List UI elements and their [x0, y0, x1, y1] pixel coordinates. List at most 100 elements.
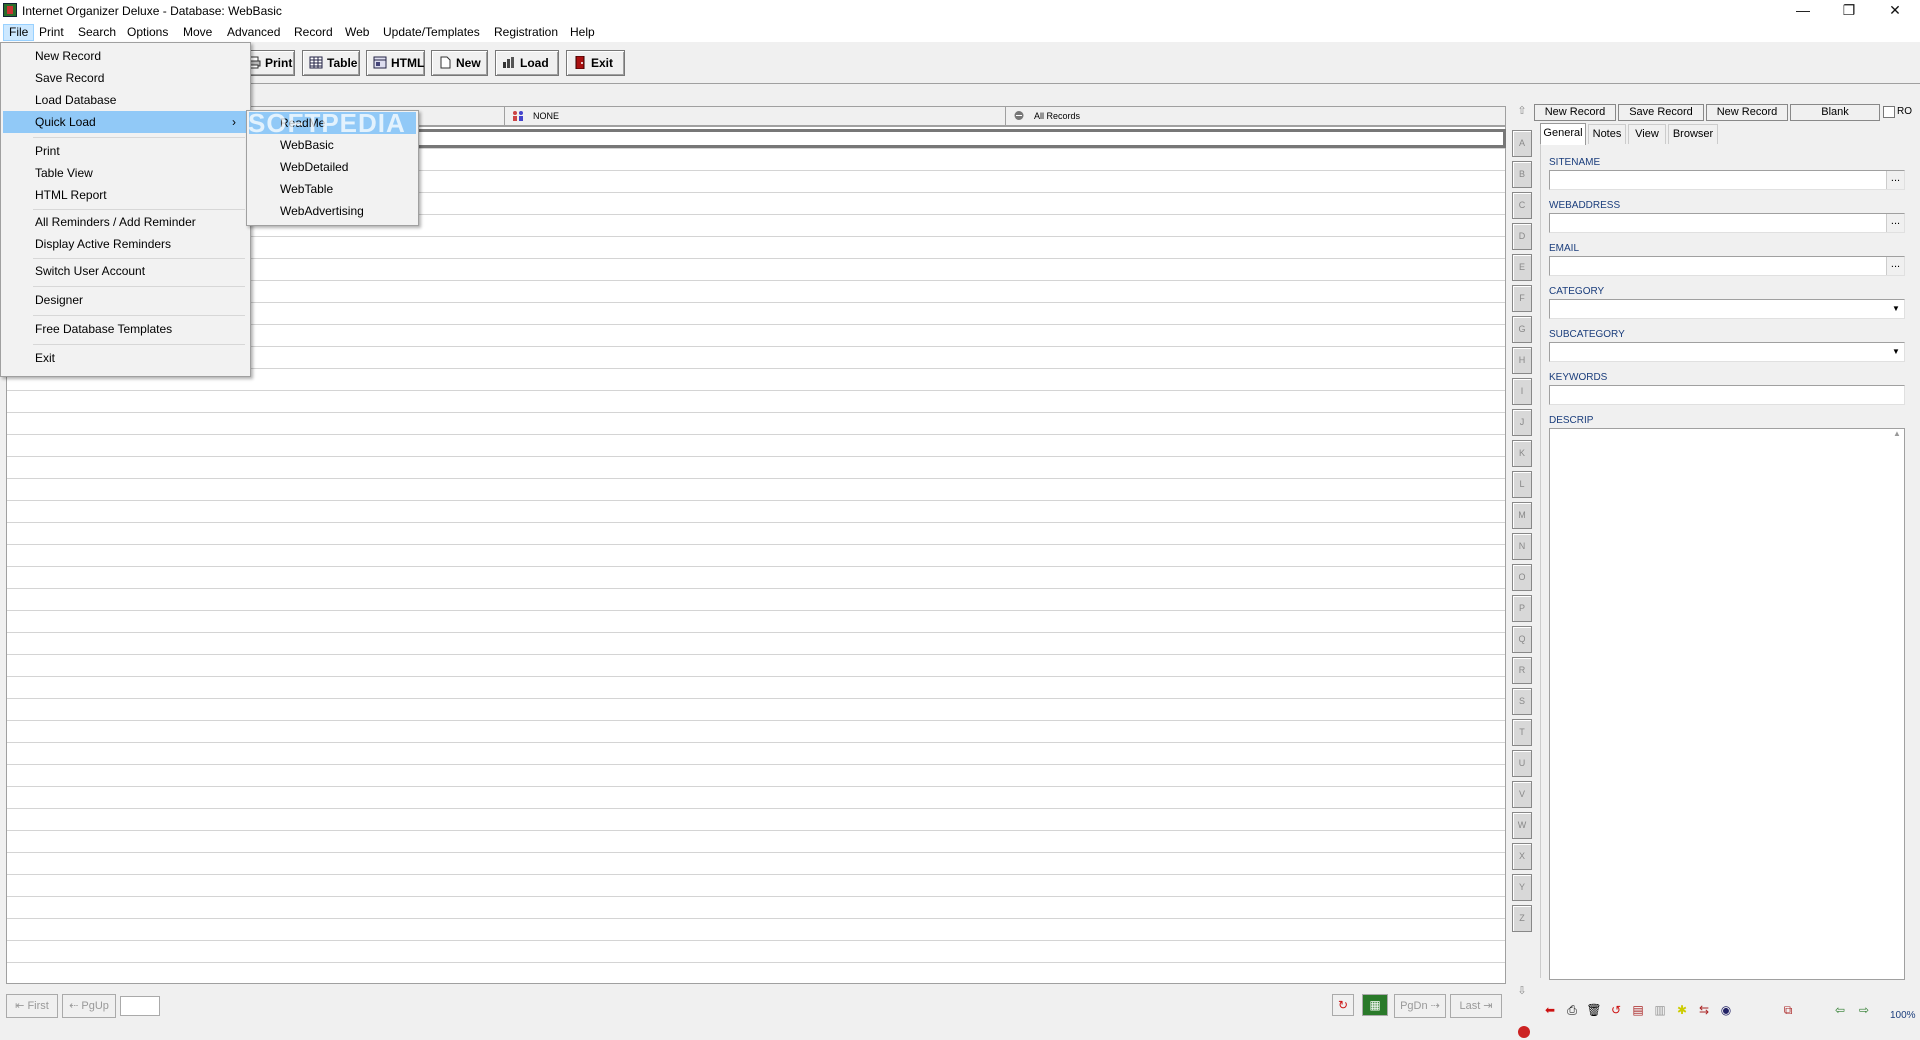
blank-button[interactable]: Blank	[1790, 104, 1880, 121]
descrip-scrollbar[interactable]: ▲	[1890, 429, 1904, 979]
alpha-f-button[interactable]: F	[1512, 285, 1532, 312]
alpha-a-button[interactable]: A	[1512, 130, 1532, 157]
new-button[interactable]: New	[431, 50, 488, 76]
alpha-e-button[interactable]: E	[1512, 254, 1532, 281]
sitename-field[interactable]: ...	[1549, 170, 1905, 190]
duplicate-icon[interactable]: ⧉	[1778, 1000, 1798, 1020]
first-button[interactable]: ⇤ First	[6, 994, 58, 1018]
menu-search[interactable]: Search	[73, 24, 121, 41]
menu-switch-user-account[interactable]: Switch User Account	[3, 260, 248, 282]
menu-designer[interactable]: Designer	[3, 289, 248, 311]
export-icon[interactable]: ⇆	[1694, 1000, 1714, 1020]
menu-new-record[interactable]: New Record	[3, 45, 248, 67]
menu-print[interactable]: Print	[3, 140, 248, 162]
webaddress-field[interactable]: ...	[1549, 213, 1905, 233]
quick-load-webtable[interactable]: WebTable	[249, 178, 416, 200]
alpha-v-button[interactable]: V	[1512, 781, 1532, 808]
pgdn-button[interactable]: PgDn ⇢	[1394, 994, 1446, 1018]
read-only-checkbox[interactable]	[1883, 106, 1895, 118]
page-number-input[interactable]	[120, 996, 160, 1016]
keywords-field[interactable]	[1549, 385, 1905, 405]
alpha-c-button[interactable]: C	[1512, 192, 1532, 219]
alpha-m-button[interactable]: M	[1512, 502, 1532, 529]
alpha-x-button[interactable]: X	[1512, 843, 1532, 870]
menu-help[interactable]: Help	[565, 24, 600, 41]
quick-load-webbasic[interactable]: WebBasic	[249, 134, 416, 156]
alpha-u-button[interactable]: U	[1512, 750, 1532, 777]
last-button[interactable]: Last ⇥	[1450, 994, 1502, 1018]
refresh-icon[interactable]: ↻	[1332, 994, 1354, 1016]
menu-move[interactable]: Move	[178, 24, 217, 41]
alpha-p-button[interactable]: P	[1512, 595, 1532, 622]
load-button[interactable]: Load	[495, 50, 559, 76]
alpha-l-button[interactable]: L	[1512, 471, 1532, 498]
menu-print[interactable]: Print	[34, 24, 69, 41]
menu-display-active-reminders[interactable]: Display Active Reminders	[3, 233, 248, 255]
new-record-button-2[interactable]: New Record	[1706, 104, 1788, 121]
chevron-down-icon[interactable]: ▼	[1888, 300, 1904, 318]
pgup-button[interactable]: ⇠ PgUp	[62, 994, 116, 1018]
quick-load-readme[interactable]: ReadMe	[249, 112, 416, 134]
alpha-o-button[interactable]: O	[1512, 564, 1532, 591]
menu-table-view[interactable]: Table View	[3, 162, 248, 184]
back-arrow-icon[interactable]: ⬅	[1540, 1000, 1560, 1020]
alpha-k-button[interactable]: K	[1512, 440, 1532, 467]
email-ellipsis-button[interactable]: ...	[1886, 257, 1904, 275]
menu-free-database-templates[interactable]: Free Database Templates	[3, 318, 248, 340]
menu-exit[interactable]: Exit	[3, 347, 248, 369]
tab-browser[interactable]: Browser	[1668, 124, 1718, 144]
alpha-r-button[interactable]: R	[1512, 657, 1532, 684]
category-select[interactable]: ▼	[1549, 299, 1905, 319]
reminder-bulb-icon[interactable]: ✱	[1672, 1000, 1692, 1020]
grid-view-icon[interactable]: ▦	[1362, 994, 1388, 1016]
alpha-d-button[interactable]: D	[1512, 223, 1532, 250]
email-field[interactable]: ...	[1549, 256, 1905, 276]
menu-web[interactable]: Web	[340, 24, 374, 41]
descrip-textarea[interactable]: ▲	[1549, 428, 1905, 980]
menu-file[interactable]: File	[3, 24, 35, 41]
new-record-button-1[interactable]: New Record	[1534, 104, 1616, 121]
menu-all-reminders[interactable]: All Reminders / Add Reminder	[3, 211, 248, 233]
menu-advanced[interactable]: Advanced	[222, 24, 285, 41]
forward-icon[interactable]: ⇨	[1854, 1000, 1874, 1020]
menu-registration[interactable]: Registration	[489, 24, 563, 41]
alpha-w-button[interactable]: W	[1512, 812, 1532, 839]
quick-load-webadvertising[interactable]: WebAdvertising	[249, 200, 416, 222]
paste-record-icon[interactable]: ▥	[1650, 1000, 1670, 1020]
scroll-down-icon[interactable]: ⇩	[1514, 984, 1530, 1000]
alpha-i-button[interactable]: I	[1512, 378, 1532, 405]
minimize-button[interactable]: —	[1780, 0, 1826, 22]
alpha-z-button[interactable]: Z	[1512, 905, 1532, 932]
alpha-q-button[interactable]: Q	[1512, 626, 1532, 653]
copy-record-icon[interactable]: ▤	[1628, 1000, 1648, 1020]
webaddress-ellipsis-button[interactable]: ...	[1886, 214, 1904, 232]
menu-update-templates[interactable]: Update/Templates	[378, 24, 485, 41]
grid-header-col3[interactable]: All Records	[1006, 107, 1505, 125]
alpha-y-button[interactable]: Y	[1512, 874, 1532, 901]
quick-load-webdetailed[interactable]: WebDetailed	[249, 156, 416, 178]
globe-icon[interactable]: ◉	[1716, 1000, 1736, 1020]
subcategory-select[interactable]: ▼	[1549, 342, 1905, 362]
import-icon[interactable]: ⇦	[1830, 1000, 1850, 1020]
alpha-s-button[interactable]: S	[1512, 688, 1532, 715]
table-button[interactable]: Table	[302, 50, 360, 76]
restore-button[interactable]: ❐	[1826, 0, 1872, 22]
alpha-n-button[interactable]: N	[1512, 533, 1532, 560]
menu-options[interactable]: Options	[122, 24, 173, 41]
alpha-j-button[interactable]: J	[1512, 409, 1532, 436]
undo-icon[interactable]: ↺	[1606, 1000, 1626, 1020]
alpha-b-button[interactable]: B	[1512, 161, 1532, 188]
alpha-t-button[interactable]: T	[1512, 719, 1532, 746]
delete-icon[interactable]: 🗑	[1584, 1000, 1604, 1020]
alpha-g-button[interactable]: G	[1512, 316, 1532, 343]
close-button[interactable]: ✕	[1872, 0, 1918, 22]
menu-quick-load[interactable]: Quick Load ›	[3, 111, 248, 133]
chevron-down-icon[interactable]: ▼	[1888, 343, 1904, 361]
exit-button[interactable]: Exit	[566, 50, 625, 76]
menu-load-database[interactable]: Load Database	[3, 89, 248, 111]
alpha-h-button[interactable]: H	[1512, 347, 1532, 374]
menu-record[interactable]: Record	[289, 24, 338, 41]
menu-save-record[interactable]: Save Record	[3, 67, 248, 89]
save-record-button[interactable]: Save Record	[1618, 104, 1704, 121]
html-button[interactable]: HTML	[366, 50, 425, 76]
